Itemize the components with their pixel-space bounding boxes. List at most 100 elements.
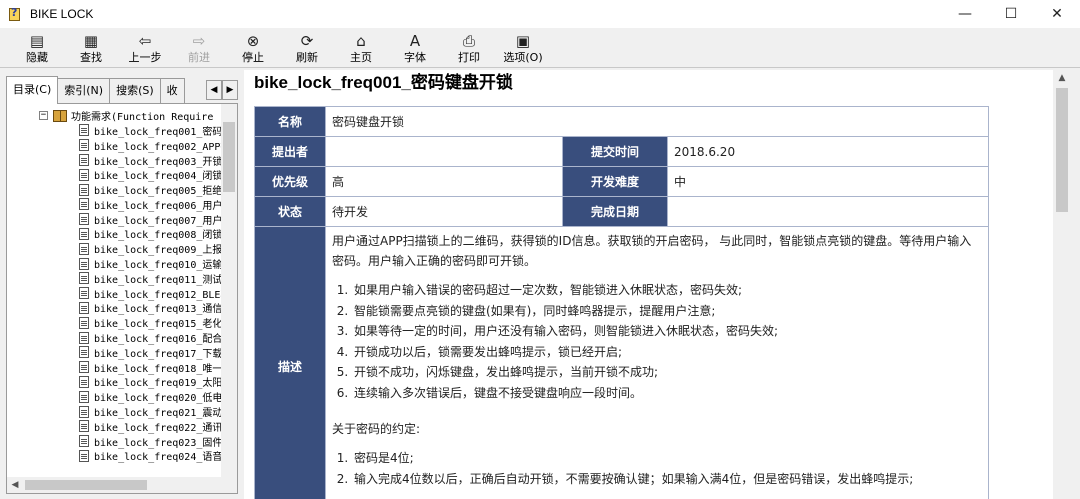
tree-item-label: bike_lock_freq016_配合 bbox=[94, 334, 222, 346]
hide-button[interactable]: ▤ 隐藏 bbox=[10, 28, 64, 68]
tree-item[interactable]: bike_lock_freq022_通讯 bbox=[79, 419, 222, 434]
scroll-thumb[interactable] bbox=[1056, 88, 1068, 212]
tree-item[interactable]: bike_lock_freq008_闭锁 bbox=[79, 227, 222, 242]
tree-item-label: bike_lock_freq007_用户 bbox=[94, 215, 222, 227]
tree-item[interactable]: bike_lock_freq006_用户 bbox=[79, 197, 222, 212]
name-label: 名称 bbox=[254, 106, 326, 137]
content-vertical-scrollbar[interactable]: ▲ bbox=[1053, 70, 1071, 499]
submit-time-label: 提交时间 bbox=[562, 136, 668, 167]
table-row: 状态 待开发 完成日期 bbox=[254, 196, 990, 227]
tree-item[interactable]: bike_lock_freq020_低电 bbox=[79, 389, 222, 404]
tree-item-label: bike_lock_freq002_APP扫 bbox=[94, 141, 222, 153]
book-open-icon bbox=[53, 109, 67, 122]
back-button[interactable]: ⇦ 上一步 bbox=[118, 28, 172, 68]
tree-item[interactable]: bike_lock_freq016_配合 bbox=[79, 330, 222, 345]
description-cell: 用户通过APP扫描锁上的二维码，获得锁的ID信息。获取锁的开启密码， 与此同时，… bbox=[324, 226, 990, 499]
tree-item[interactable]: bike_lock_freq015_老化 bbox=[79, 315, 222, 330]
tree-item[interactable]: bike_lock_freq023_固件 bbox=[79, 434, 222, 449]
print-icon: ⎙ bbox=[462, 32, 475, 50]
tree-item[interactable]: bike_lock_freq011_测试 bbox=[79, 271, 222, 286]
tree-item-label: bike_lock_freq006_用户 bbox=[94, 200, 222, 212]
tree-item-label: bike_lock_freq005_拒绝 bbox=[94, 186, 222, 198]
print-button[interactable]: ⎙ 打印 bbox=[442, 28, 496, 68]
page-icon bbox=[79, 227, 89, 240]
home-button[interactable]: ⌂ 主页 bbox=[334, 28, 388, 68]
maximize-button[interactable]: ☐ bbox=[988, 0, 1034, 28]
page-icon bbox=[79, 272, 89, 285]
tree-item[interactable]: bike_lock_freq009_上报 bbox=[79, 241, 222, 256]
refresh-button[interactable]: ⟳ 刷新 bbox=[280, 28, 334, 68]
options-button[interactable]: ▣ 选项(O) bbox=[496, 28, 550, 68]
home-icon: ⌂ bbox=[356, 32, 366, 50]
font-button[interactable]: A 字体 bbox=[388, 28, 442, 68]
close-button[interactable]: ✕ bbox=[1034, 0, 1080, 28]
tab-index[interactable]: 索引(N) bbox=[57, 78, 111, 104]
page-icon bbox=[79, 257, 89, 270]
navigation-panel: 目录(C) 索引(N) 搜索(S) 收 ◀ ▶ − 功能需求(Function … bbox=[6, 76, 238, 494]
proposer-value bbox=[325, 136, 563, 167]
navigation-tabs: 目录(C) 索引(N) 搜索(S) 收 ◀ ▶ bbox=[6, 76, 238, 104]
priority-label: 优先级 bbox=[254, 166, 326, 197]
tree-root[interactable]: − 功能需求(Function Require bbox=[39, 108, 213, 123]
tree-item[interactable]: bike_lock_freq002_APP扫 bbox=[79, 138, 222, 153]
tab-scroll-left-icon[interactable]: ◀ bbox=[206, 80, 222, 100]
done-date-label: 完成日期 bbox=[562, 196, 668, 227]
tab-contents[interactable]: 目录(C) bbox=[6, 76, 59, 104]
tree-item[interactable]: bike_lock_freq001_密码 bbox=[79, 123, 222, 138]
list-item: 如果等待一定的时间，用户还没有输入密码，则智能锁进入休眠状态，密码失效; bbox=[352, 321, 980, 342]
tree-item[interactable]: bike_lock_freq018_唯一 bbox=[79, 360, 222, 375]
tree-item-label: bike_lock_freq021_震动 bbox=[94, 408, 222, 420]
hide-icon: ▤ bbox=[29, 32, 45, 50]
forward-button[interactable]: ⇨ 前进 bbox=[172, 28, 226, 68]
tree-item[interactable]: bike_lock_freq003_开锁 bbox=[79, 153, 222, 168]
page-icon bbox=[79, 139, 89, 152]
stop-button[interactable]: ⊗ 停止 bbox=[226, 28, 280, 68]
page-title: bike_lock_freq001_密码键盘开锁 bbox=[254, 73, 513, 92]
difficulty-label: 开发难度 bbox=[562, 166, 668, 197]
scroll-thumb[interactable] bbox=[223, 122, 235, 192]
scroll-left-icon[interactable]: ◀ bbox=[7, 477, 23, 493]
tab-favorites[interactable]: 收 bbox=[159, 78, 185, 104]
find-icon: ▦ bbox=[83, 32, 99, 50]
done-date-value bbox=[666, 196, 990, 227]
collapse-icon[interactable]: − bbox=[39, 111, 48, 120]
description-steps: 如果用户输入错误的密码超过一定次数，智能锁进入休眠状态，密码失效;智能锁需要点亮… bbox=[332, 280, 980, 403]
tree-item[interactable]: bike_lock_freq010_运输 bbox=[79, 256, 222, 271]
difficulty-value: 中 bbox=[666, 166, 990, 197]
scroll-up-icon[interactable]: ▲ bbox=[1053, 70, 1071, 87]
tree-item[interactable]: bike_lock_freq021_震动 bbox=[79, 404, 222, 419]
tree-item[interactable]: bike_lock_freq005_拒绝 bbox=[79, 182, 222, 197]
scroll-thumb[interactable] bbox=[25, 480, 147, 490]
tab-search[interactable]: 搜索(S) bbox=[109, 78, 161, 104]
page-icon bbox=[79, 198, 89, 211]
tree-item[interactable]: bike_lock_freq004_闭锁 bbox=[79, 167, 222, 182]
tree-item[interactable]: bike_lock_freq017_下载 bbox=[79, 345, 222, 360]
tree-item[interactable]: bike_lock_freq012_BLE状 bbox=[79, 286, 222, 301]
tree-horizontal-scrollbar[interactable]: ◀ bbox=[7, 477, 237, 493]
table-row: 描述 用户通过APP扫描锁上的二维码，获得锁的ID信息。获取锁的开启密码， 与此… bbox=[254, 226, 990, 499]
tree-items: bike_lock_freq001_密码 bike_lock_freq002_AP… bbox=[79, 123, 222, 463]
find-button[interactable]: ▦ 查找 bbox=[64, 28, 118, 68]
page-icon bbox=[79, 420, 89, 433]
topic-content: bike_lock_freq001_密码键盘开锁 名称 密码键盘开锁 提出者 提… bbox=[244, 70, 1053, 499]
tree-item[interactable]: bike_lock_freq007_用户 bbox=[79, 212, 222, 227]
status-value: 待开发 bbox=[325, 196, 563, 227]
minimize-button[interactable]: — bbox=[942, 0, 988, 28]
title-bar: ? BIKE LOCK — ☐ ✕ bbox=[0, 0, 1080, 28]
tree-item-label: bike_lock_freq008_闭锁 bbox=[94, 230, 222, 242]
tree-vertical-scrollbar[interactable] bbox=[221, 104, 237, 477]
refresh-icon: ⟳ bbox=[300, 32, 314, 50]
list-item: 如果用户输入错误的密码超过一定次数，智能锁进入休眠状态，密码失效; bbox=[352, 280, 980, 301]
tree-item[interactable]: bike_lock_freq024_语音 bbox=[79, 449, 222, 464]
tree-item-label: bike_lock_freq018_唯一 bbox=[94, 363, 222, 375]
tree-item[interactable]: bike_lock_freq019_太阳 bbox=[79, 375, 222, 389]
contents-tree-box: − 功能需求(Function Require bike_lock_freq00… bbox=[6, 103, 238, 494]
password-rules: 密码是4位;输入完成4位数以后，正确后自动开锁，不需要按确认键；如果输入满4位，… bbox=[332, 448, 980, 489]
tree-item-label: bike_lock_freq010_运输 bbox=[94, 260, 222, 272]
tab-scroll-right-icon[interactable]: ▶ bbox=[222, 80, 238, 100]
tree-item-label: bike_lock_freq024_语音 bbox=[94, 452, 222, 464]
font-icon: A bbox=[409, 32, 421, 50]
tree-item[interactable]: bike_lock_freq013_通信 bbox=[79, 301, 222, 315]
tree-item-label: bike_lock_freq022_通讯 bbox=[94, 422, 222, 434]
list-item: 智能锁需要点亮锁的键盘(如果有)，同时蜂鸣器提示，提醒用户注意; bbox=[352, 301, 980, 322]
